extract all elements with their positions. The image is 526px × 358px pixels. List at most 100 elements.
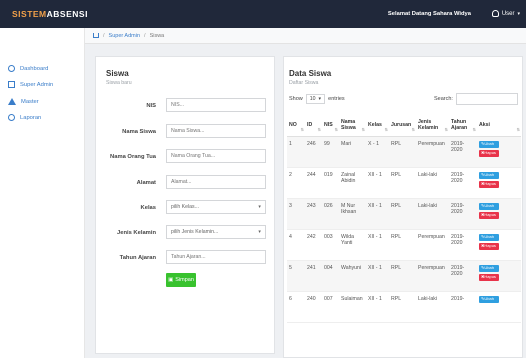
sidebar: Dashboard Super Admin Master Laporan bbox=[0, 28, 85, 358]
entries-control: Show 10 ▾ entries bbox=[289, 94, 345, 104]
sort-icon: ⇅ bbox=[411, 126, 415, 132]
table-subtitle: Daftar Siswa bbox=[289, 80, 319, 86]
cell-aksi: ✎ Ubah ✖ Hapus bbox=[477, 260, 521, 292]
nama-orang-tua-label: Nama Orang Tua bbox=[110, 154, 156, 160]
cell-nis: 003 bbox=[322, 229, 339, 261]
delete-button[interactable]: ✖ Hapus bbox=[479, 211, 499, 219]
edit-button[interactable]: ✎ Ubah bbox=[479, 264, 499, 272]
cell-jurusan: RPL bbox=[389, 291, 416, 323]
tahun-ajaran-input[interactable] bbox=[166, 250, 266, 264]
cell-nama: Sulaiman bbox=[339, 291, 366, 323]
search-input[interactable] bbox=[455, 93, 518, 105]
home-icon[interactable] bbox=[93, 33, 99, 38]
cell-tahun-ajaran: 2019- bbox=[449, 291, 477, 323]
entries-label: entries bbox=[328, 96, 345, 102]
sort-icon: ⇅ bbox=[361, 126, 365, 132]
table-header-row: NO ⇅ ID ⇅ NIS ⇅ Nama Siswa ⇅ Kelas ⇅ Jurusan ⇅… bbox=[287, 114, 521, 137]
kelas-select-value: pilih Kelas... bbox=[171, 204, 199, 210]
cell-nis: 026 bbox=[322, 198, 339, 230]
sidebar-item-label: Laporan bbox=[20, 114, 42, 121]
delete-button[interactable]: ✖ Hapus bbox=[479, 273, 499, 281]
cell-nama: Wahyuni bbox=[339, 260, 366, 292]
entries-select[interactable]: 10 ▾ bbox=[305, 94, 326, 104]
cell-aksi: ✎ Ubah ✖ Hapus bbox=[477, 229, 521, 261]
chevron-down-icon: ▾ bbox=[258, 204, 261, 210]
save-button-label: Simpan bbox=[175, 277, 194, 283]
monitor-icon bbox=[8, 81, 15, 88]
cell-tahun-ajaran: 2019-2020 bbox=[449, 136, 477, 168]
edit-button[interactable]: ✎ Ubah bbox=[479, 233, 499, 241]
search-label: Search: bbox=[434, 96, 453, 102]
cell-jurusan: RPL bbox=[389, 229, 416, 261]
app-brand[interactable]: SISTEMABSENSI bbox=[12, 9, 88, 19]
alamat-label: Alamat bbox=[136, 180, 156, 186]
sidebar-item-laporan[interactable]: Laporan bbox=[8, 114, 41, 121]
kelas-select[interactable]: pilih Kelas... ▾ bbox=[166, 200, 266, 214]
column-header[interactable]: NIS ⇅ bbox=[322, 114, 339, 137]
cell-jurusan: RPL bbox=[389, 260, 416, 292]
sort-icon: ⇅ bbox=[334, 126, 338, 132]
brand-part2: ABSENSI bbox=[46, 9, 88, 19]
main-content: / Super Admin / Siswa Siswa Siswa baru N… bbox=[85, 28, 526, 358]
cell-nis: 004 bbox=[322, 260, 339, 292]
cell-id: 246 bbox=[305, 136, 322, 168]
table-row: 4 242 003 Wilda Yanti XII - 1 RPL Peremp… bbox=[287, 229, 521, 261]
jenis-kelamin-select-value: pilih Jenis Kelamin... bbox=[171, 229, 219, 235]
save-icon: ▣ bbox=[168, 277, 174, 283]
cell-nama: Mari bbox=[339, 136, 366, 168]
delete-button[interactable]: ✖ Hapus bbox=[479, 180, 499, 188]
breadcrumb: / Super Admin / Siswa bbox=[85, 28, 526, 44]
table-row: 3 243 026 M Nur Ikhsan XII - 1 RPL Laki-… bbox=[287, 198, 521, 230]
edit-button[interactable]: ✎ Ubah bbox=[479, 140, 499, 148]
column-header[interactable]: Aksi ⇅ bbox=[477, 114, 521, 137]
jenis-kelamin-select[interactable]: pilih Jenis Kelamin... ▾ bbox=[166, 225, 266, 239]
column-header[interactable]: NO ⇅ bbox=[287, 114, 305, 137]
sidebar-item-dashboard[interactable]: Dashboard bbox=[8, 65, 48, 72]
cell-jenis-kelamin: Perempuan bbox=[416, 229, 449, 261]
cell-nis: 007 bbox=[322, 291, 339, 323]
sort-icon: ⇅ bbox=[472, 126, 476, 132]
cell-tahun-ajaran: 2019-2020 bbox=[449, 167, 477, 199]
entries-select-value: 10 bbox=[309, 96, 316, 102]
student-table-card: Data Siswa Daftar Siswa Show 10 ▾ entrie… bbox=[283, 56, 523, 358]
table-row: 2 244 019 Zainal Abidin XII - 1 RPL Laki… bbox=[287, 167, 521, 199]
edit-button[interactable]: ✎ Ubah bbox=[479, 295, 499, 303]
sort-icon: ⇅ bbox=[516, 126, 520, 132]
user-menu-label: User bbox=[501, 10, 515, 17]
cell-nama: Zainal Abidin bbox=[339, 167, 366, 199]
user-menu[interactable]: User ▾ bbox=[491, 10, 520, 17]
chevron-down-icon: ▾ bbox=[258, 229, 261, 235]
column-header[interactable]: Kelas ⇅ bbox=[366, 114, 389, 137]
table-row: 6 240 007 Sulaiman XII - 1 RPL Laki-laki… bbox=[287, 291, 521, 323]
sort-icon: ⇅ bbox=[444, 126, 448, 132]
delete-button[interactable]: ✖ Hapus bbox=[479, 149, 499, 157]
cell-id: 240 bbox=[305, 291, 322, 323]
cell-kelas: X - 1 bbox=[366, 136, 389, 168]
jenis-kelamin-label: Jenis Kelamin bbox=[117, 230, 156, 236]
nama-siswa-input[interactable] bbox=[166, 124, 266, 138]
column-header[interactable]: Jenis Kelamin ⇅ bbox=[416, 114, 449, 137]
user-icon bbox=[491, 10, 499, 17]
breadcrumb-super-admin[interactable]: Super Admin bbox=[109, 33, 141, 39]
cell-kelas: XII - 1 bbox=[366, 291, 389, 323]
sidebar-item-super-admin[interactable]: Super Admin bbox=[8, 81, 53, 88]
sidebar-item-master[interactable]: Master bbox=[8, 98, 39, 105]
table-title: Data Siswa bbox=[289, 69, 332, 78]
sidebar-item-label: Dashboard bbox=[20, 65, 49, 72]
bell-icon bbox=[8, 98, 16, 105]
nis-input[interactable] bbox=[166, 98, 266, 112]
alamat-input[interactable] bbox=[166, 175, 266, 189]
column-header[interactable]: Nama Siswa ⇅ bbox=[339, 114, 366, 137]
edit-button[interactable]: ✎ Ubah bbox=[479, 171, 499, 179]
column-header[interactable]: ID ⇅ bbox=[305, 114, 322, 137]
save-button[interactable]: ▣ Simpan bbox=[166, 273, 196, 287]
cell-nis: 99 bbox=[322, 136, 339, 168]
sidebar-item-label: Super Admin bbox=[20, 81, 54, 88]
column-header[interactable]: Tahun Ajaran ⇅ bbox=[449, 114, 477, 137]
edit-button[interactable]: ✎ Ubah bbox=[479, 202, 499, 210]
form-subtitle: Siswa baru bbox=[106, 80, 132, 86]
nama-orang-tua-input[interactable] bbox=[166, 149, 266, 163]
column-header[interactable]: Jurusan ⇅ bbox=[389, 114, 416, 137]
cell-tahun-ajaran: 2019-2020 bbox=[449, 260, 477, 292]
delete-button[interactable]: ✖ Hapus bbox=[479, 242, 499, 250]
